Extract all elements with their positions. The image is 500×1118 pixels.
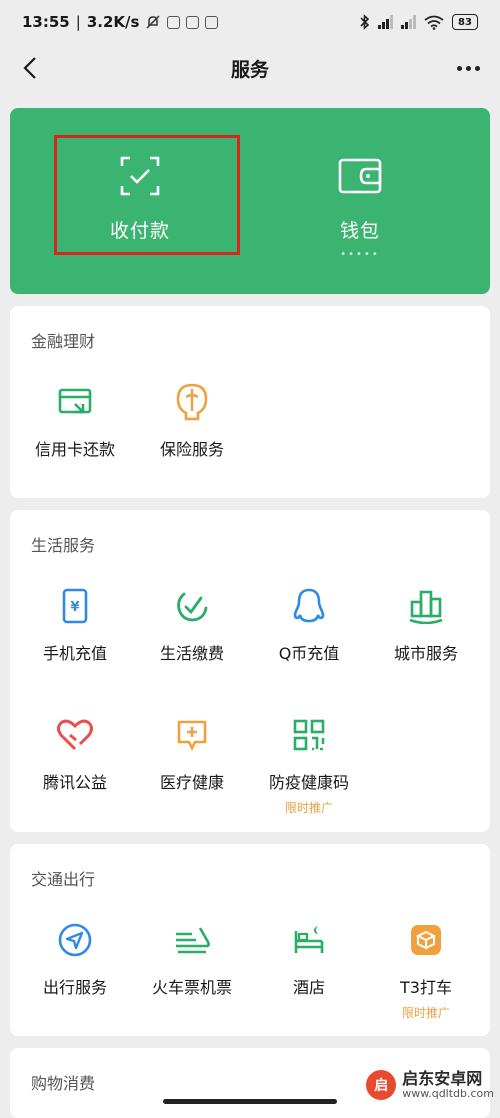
grid-item-travel[interactable]: 出行服务 — [15, 920, 135, 998]
grid-label: Q币充值 — [278, 644, 340, 663]
transport-section: 交通出行 出行服务 火车票机票 酒店 T3打车 限时推广 — [10, 844, 490, 1036]
site-watermark: 启 启东安卓网 www.qdltdb.com — [366, 1070, 494, 1100]
grid-label: 城市服务 — [393, 644, 458, 663]
promo-badge: 限时推广 — [284, 801, 333, 815]
insurance-icon — [172, 382, 212, 422]
svg-text:¥: ¥ — [70, 600, 79, 615]
more-dot — [465, 65, 471, 71]
status-divider: | — [75, 13, 81, 31]
grid-label: 出行服务 — [42, 978, 107, 997]
grid-label: T3打车 — [400, 978, 452, 997]
navigation-icon — [55, 920, 95, 960]
home-indicator[interactable] — [163, 1099, 337, 1104]
watermark-logo: 启 — [366, 1070, 397, 1100]
grid-label: 保险服务 — [159, 440, 224, 459]
grid-item-hotel[interactable]: 酒店 — [249, 920, 369, 998]
grid-item-health-code[interactable]: 防疫健康码 限时推广 — [249, 715, 369, 816]
grid-label: 酒店 — [292, 978, 325, 997]
wifi-icon — [424, 15, 444, 30]
qq-coin-icon — [289, 586, 329, 626]
medical-icon — [172, 715, 212, 755]
status-right: 83 — [360, 14, 478, 30]
grid-item-city-services[interactable]: 城市服务 — [366, 586, 486, 664]
pay-receive-label: 收付款 — [109, 220, 170, 242]
grid-label: 火车票机票 — [151, 978, 232, 997]
section-title: 金融理财 — [31, 332, 96, 351]
scan-check-icon — [120, 156, 160, 196]
page-title: 服务 — [230, 58, 269, 81]
section-title: 生活服务 — [31, 536, 96, 555]
credit-card-icon — [55, 382, 95, 422]
grid-item-mobile-topup[interactable]: ¥ 手机充值 — [15, 586, 135, 664]
wallet-button[interactable]: 钱包 ••••• — [240, 108, 480, 294]
pay-receive-button[interactable]: 收付款 — [20, 108, 260, 294]
battery-level: 83 — [458, 16, 472, 28]
train-flight-icon — [172, 920, 212, 960]
hero-panel: 收付款 钱包 ••••• — [10, 108, 490, 294]
status-speed: 3.2K/s — [86, 13, 140, 31]
signal-icon — [378, 15, 393, 29]
hotel-icon — [289, 920, 329, 960]
wallet-icon — [338, 158, 382, 194]
promo-badge: 限时推广 — [401, 1006, 450, 1020]
grid-item-t3-taxi[interactable]: T3打车 限时推广 — [366, 920, 486, 1021]
back-button[interactable] — [14, 52, 46, 84]
t3-taxi-icon — [406, 920, 446, 960]
mobile-topup-icon: ¥ — [55, 586, 95, 626]
nav-bar: 服务 — [0, 44, 500, 92]
wallet-balance-hidden: ••••• — [340, 249, 380, 260]
battery-icon: 83 — [452, 14, 478, 30]
watermark-text: 启东安卓网 www.qdltdb.com — [402, 1070, 494, 1100]
notification-app-icon — [186, 15, 200, 29]
bluetooth-icon — [360, 14, 370, 30]
section-title: 购物消费 — [31, 1074, 96, 1093]
mute-icon — [146, 15, 160, 29]
notification-app-icon — [205, 15, 219, 29]
grid-item-train-flight[interactable]: 火车票机票 — [132, 920, 252, 998]
grid-item-medical[interactable]: 医疗健康 — [132, 715, 252, 793]
grid-item-charity[interactable]: 腾讯公益 — [15, 715, 135, 793]
chevron-left-icon — [23, 57, 36, 79]
utility-bill-icon — [172, 586, 212, 626]
section-title: 交通出行 — [31, 870, 96, 889]
grid-label: 手机充值 — [42, 644, 107, 663]
grid-label: 信用卡还款 — [34, 440, 115, 459]
grid-item-credit-card[interactable]: 信用卡还款 — [15, 382, 135, 460]
notification-app-icon — [167, 15, 181, 29]
status-time: 13:55 — [22, 13, 70, 31]
signal-icon — [401, 15, 416, 29]
qr-code-icon — [289, 715, 329, 755]
more-dot — [456, 65, 462, 71]
grid-label: 医疗健康 — [159, 773, 224, 792]
grid-item-utility-bill[interactable]: 生活缴费 — [132, 586, 252, 664]
more-button[interactable] — [450, 52, 486, 84]
wallet-label: 钱包 — [339, 220, 380, 242]
city-services-icon — [406, 586, 446, 626]
status-bar: 13:55 | 3.2K/s 83 — [0, 0, 500, 44]
grid-label: 防疫健康码 — [268, 773, 349, 792]
life-services-section: 生活服务 ¥ 手机充值 生活缴费 Q币充值 城市服务 腾讯公益 医疗健康 防疫健… — [10, 510, 490, 832]
grid-item-insurance[interactable]: 保险服务 — [132, 382, 252, 460]
watermark-url: www.qdltdb.com — [402, 1086, 494, 1100]
grid-item-qq-coin[interactable]: Q币充值 — [249, 586, 369, 664]
more-dot — [474, 65, 480, 71]
grid-label: 腾讯公益 — [42, 773, 107, 792]
status-left: 13:55 | 3.2K/s — [22, 13, 219, 31]
charity-icon — [55, 715, 95, 755]
finance-section: 金融理财 信用卡还款 保险服务 — [10, 306, 490, 498]
grid-label: 生活缴费 — [159, 644, 224, 663]
watermark-main: 启东安卓网 — [402, 1069, 483, 1089]
